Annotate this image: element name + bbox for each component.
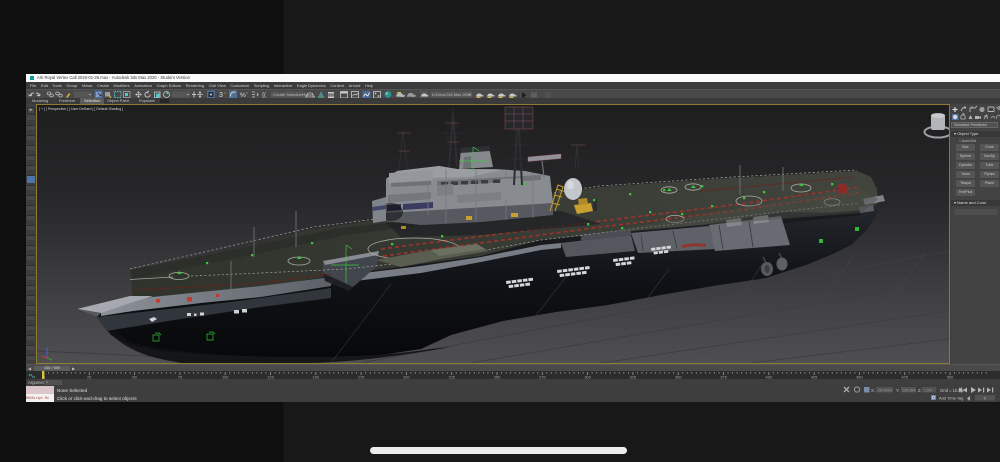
svg-text:135.36m: 135.36m: [902, 388, 916, 392]
svg-text:D:DriveC06 Max 2020: D:DriveC06 Max 2020: [432, 92, 472, 97]
svg-text:Create Selection Se: Create Selection Se: [273, 92, 309, 97]
svg-text:X:: X:: [871, 388, 875, 393]
svg-text:?: ?: [246, 91, 249, 96]
svg-text:Add Time Tag: Add Time Tag: [939, 396, 963, 401]
svg-text:1.5m: 1.5m: [924, 388, 932, 392]
svg-text:?: ?: [224, 91, 227, 96]
svg-text:16.439m: 16.439m: [878, 388, 892, 392]
svg-text:Y:: Y:: [896, 388, 900, 393]
svg-text:Z:: Z:: [918, 388, 922, 393]
